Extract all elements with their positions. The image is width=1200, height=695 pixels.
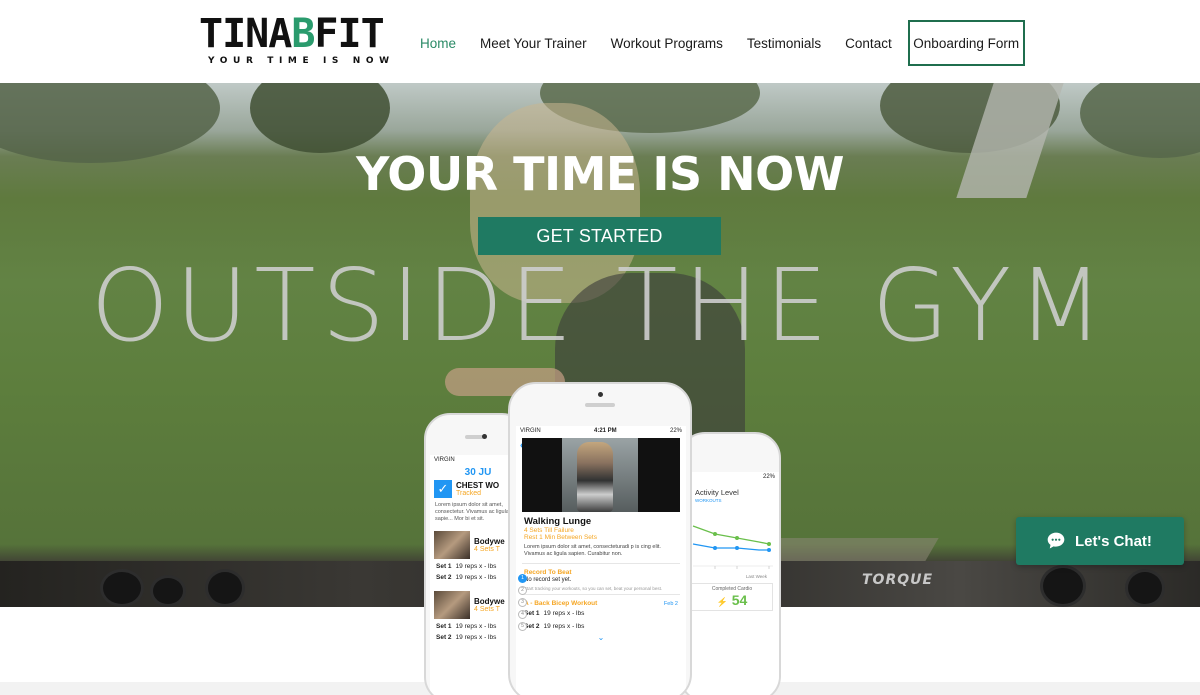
nav-contact[interactable]: Contact bbox=[845, 36, 892, 51]
carrier-label: VIRGIN bbox=[520, 428, 541, 434]
exercise-sets: 4 Sets T bbox=[474, 546, 500, 553]
chart-legend: WORKOUTS bbox=[695, 498, 722, 503]
battery-label: 22% bbox=[762, 474, 775, 480]
tracked-status: Tracked bbox=[456, 490, 482, 497]
equipment-brand-text: TORQUE bbox=[862, 572, 934, 588]
workout-history-date: Feb 2 bbox=[663, 601, 678, 607]
exercise-name: Bodywe bbox=[474, 597, 505, 606]
chevron-down-icon[interactable]: ⌄ bbox=[516, 633, 686, 642]
step-dot[interactable]: 1 bbox=[518, 574, 527, 583]
set-row: Set 2 19 reps x - lbs bbox=[524, 623, 585, 630]
brand-logo[interactable]: TINABFIT YOUR TIME IS NOW bbox=[199, 12, 389, 70]
step-dot[interactable]: 2 bbox=[518, 586, 527, 595]
exercise-thumbnail bbox=[434, 531, 470, 559]
chat-label: Let's Chat! bbox=[1075, 532, 1152, 550]
exercise-name: Bodywe bbox=[474, 537, 505, 546]
cardio-value: 54 bbox=[731, 592, 748, 608]
completed-cardio-card: Completed Cardio ⚡ 54 bbox=[691, 583, 773, 611]
battery-label: 22% bbox=[669, 428, 682, 434]
record-text: No record set yet. bbox=[524, 577, 572, 583]
workout-title: CHEST WO bbox=[456, 481, 500, 490]
phone-mockup-right: 22% Activity Level WORKOUTS Last Week Co… bbox=[679, 432, 781, 695]
workout-history-title[interactable]: A - Back Bicep Workout bbox=[516, 597, 605, 607]
checkmark-icon[interactable]: ✓ bbox=[434, 480, 452, 498]
exercise-title: Walking Lunge bbox=[524, 516, 592, 527]
sets-till-failure: 4 Sets Till Failure bbox=[524, 527, 574, 534]
nav-meet-your-trainer[interactable]: Meet Your Trainer bbox=[480, 36, 587, 51]
exercise-thumbnail bbox=[434, 591, 470, 619]
phone-mockup-center: VIRGIN 4:21 PM 22% ‹ 1 2 3 4 5 Walking L… bbox=[508, 382, 692, 695]
nav-home[interactable]: Home bbox=[420, 36, 456, 51]
time-label: 4:21 PM bbox=[593, 428, 617, 434]
hero-title: YOUR TIME IS NOW bbox=[356, 147, 844, 201]
rest-instruction: Rest 1 Min Between Sets bbox=[524, 534, 597, 541]
chat-widget-button[interactable]: Let's Chat! bbox=[1016, 517, 1184, 565]
logo-wordmark: TINABFIT bbox=[199, 11, 385, 57]
carrier-label: VIRGIN bbox=[434, 457, 455, 463]
main-nav: Home Meet Your Trainer Workout Programs … bbox=[420, 20, 1025, 66]
record-title: Record To Beat bbox=[524, 569, 572, 576]
nav-testimonials[interactable]: Testimonials bbox=[747, 36, 821, 51]
record-hint: Start tracking your workouts, so you can… bbox=[524, 586, 663, 591]
exercise-video[interactable] bbox=[522, 438, 680, 512]
chart-axis-label: Last Week bbox=[745, 574, 767, 579]
exercise-description: Lorem ipsum dolor sit amet, consectetura… bbox=[524, 544, 661, 557]
onboarding-form-button[interactable]: Onboarding Form bbox=[907, 20, 1025, 66]
phone-right-screen: 22% Activity Level WORKOUTS Last Week Co… bbox=[685, 472, 779, 695]
phone-center-screen: VIRGIN 4:21 PM 22% ‹ 1 2 3 4 5 Walking L… bbox=[516, 426, 686, 695]
nav-workout-programs[interactable]: Workout Programs bbox=[611, 36, 723, 51]
hero-background-text: OUTSIDE THE GYM bbox=[90, 247, 1110, 364]
site-header: TINABFIT YOUR TIME IS NOW Home Meet Your… bbox=[0, 0, 1200, 83]
step-dot[interactable]: 3 bbox=[518, 598, 527, 607]
activity-chart-title: Activity Level bbox=[695, 488, 739, 497]
set-row: Set 1 19 reps x - lbs bbox=[524, 610, 585, 617]
step-indicator: 1 2 3 4 5 bbox=[518, 574, 527, 631]
chat-bubble-icon bbox=[1047, 532, 1065, 549]
cardio-icon: ⚡ bbox=[716, 597, 728, 607]
logo-tagline: YOUR TIME IS NOW bbox=[208, 56, 395, 66]
activity-line-chart bbox=[692, 525, 773, 569]
exercise-sets: 4 Sets T bbox=[474, 606, 500, 613]
step-dot[interactable]: 5 bbox=[518, 622, 527, 631]
step-dot[interactable]: 4 bbox=[518, 610, 527, 619]
